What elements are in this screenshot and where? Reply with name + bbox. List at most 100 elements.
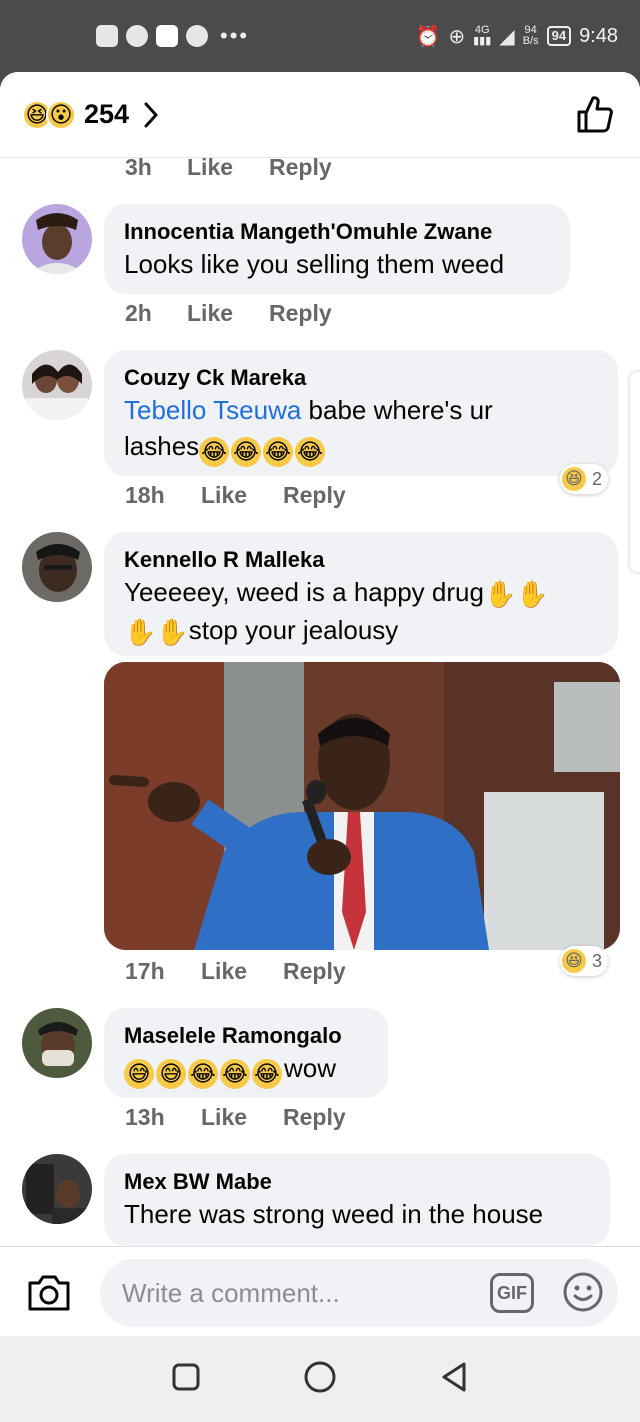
comment-text-part: Yeeeeey, weed is a happy drug [124,577,484,607]
tears-of-joy-emoji-icon: 😂 [231,437,262,467]
reactions-summary[interactable]: 😆 😮 254 [22,99,159,130]
comment-input[interactable] [100,1259,618,1327]
avatar[interactable] [22,350,92,420]
emoji-picker-icon[interactable] [562,1271,604,1318]
commenter-name[interactable]: Innocentia Mangeth'Omuhle Zwane [124,218,550,246]
system-icons: ⏰ ⊕ 4G ▮▮▮ ◢ 94 B/s 94 9:48 [415,24,618,49]
comments-sheet: 😆 😮 254 3h Like Reply Innocentia Mangeth… [0,72,640,1336]
reaction-count: 254 [84,99,130,129]
gif-button[interactable]: GIF [490,1273,534,1313]
battery-icon: 94 [546,26,572,46]
comments-list: 3h Like Reply Innocentia Mangeth'Omuhle … [0,158,640,1246]
reply-button[interactable]: Reply [269,300,332,327]
commenter-name[interactable]: Maselele Ramongalo [124,1022,368,1050]
laughing-emoji-icon: 😆 [562,467,586,491]
surprised-emoji-icon: 😮 [46,99,76,130]
recents-icon[interactable] [171,1362,201,1397]
comment-text: Looks like you selling them weed [124,249,505,279]
comment-text-line: lashes😂 😂 😂 😂 [124,428,598,467]
tears-of-joy-emoji-icon: 😂 [295,437,326,467]
reply-button[interactable]: Reply [269,158,332,181]
camera-icon[interactable] [26,1273,72,1318]
system-navigation-bar [0,1336,640,1422]
reaction-count: 2 [592,468,603,489]
like-button[interactable]: Like [201,1104,283,1131]
data-saver-icon: ⊕ [448,25,466,48]
comment-time: 2h [125,300,152,326]
commenter-name[interactable]: Couzy Ck Mareka [124,364,598,392]
home-icon[interactable] [303,1360,337,1399]
scroll-edge-handle[interactable] [630,372,640,572]
comment-text: Yeeeeey, weed is a happy drug✋✋ [124,574,598,612]
comment-bubble[interactable]: Maselele Ramongalo 😅 😅 😂 😂 😂 wow [104,1008,388,1098]
avatar[interactable] [22,1008,92,1078]
reply-button[interactable]: Reply [283,958,346,985]
comment-reaction-pill[interactable]: 😆 2 [560,464,609,494]
comment-actions: 17h Like Reply [125,958,346,985]
comment-text-part: wow [284,1053,337,1083]
comment-text-part: stop your jealousy [188,615,399,645]
comment-actions: 18h Like Reply [125,482,346,509]
comment-actions: 3h Like Reply [125,158,332,181]
comment-bubble[interactable]: Couzy Ck Mareka Tebello Tseuwa babe wher… [104,350,618,476]
reply-button[interactable]: Reply [283,482,346,509]
reply-button[interactable]: Reply [283,1104,346,1131]
tears-of-joy-emoji-icon: 😂 [263,437,294,467]
tears-of-joy-emoji-icon: 😂 [252,1059,282,1089]
raised-hand-emoji-icon: ✋ [156,617,189,647]
like-button[interactable]: Like [187,158,269,181]
commenter-name[interactable]: Mex BW Mabe [124,1168,590,1196]
comment-reaction-pill[interactable]: 😆 3 [560,946,609,976]
comment-text-line: ✋✋stop your jealousy [124,612,598,650]
comment-text-part: lashes [124,431,200,461]
commenter-name[interactable]: Kennello R Malleka [124,546,598,574]
comment-time: 17h [125,958,165,984]
comment-time: 13h [125,1104,165,1130]
signal-icon: 4G ▮▮▮ [473,24,492,47]
sweat-smile-emoji-icon: 😅 [124,1059,154,1089]
app-notification-icon [156,25,178,47]
laughing-emoji-icon: 😆 [562,949,586,973]
comment-text-part: babe where's ur [301,395,493,425]
status-bar: ••• ⏰ ⊕ 4G ▮▮▮ ◢ 94 B/s 94 9:48 [0,0,640,72]
comment-time: 18h [125,482,165,508]
avatar[interactable] [22,1154,92,1224]
notification-icons: ••• [96,23,249,49]
comment-bubble[interactable]: Kennello R Malleka Yeeeeey, weed is a ha… [104,532,618,656]
avatar[interactable] [22,204,92,274]
network-speed: 94 B/s [522,24,539,47]
tears-of-joy-emoji-icon: 😂 [220,1059,250,1089]
comment-time: 3h [125,158,152,180]
sweat-smile-emoji-icon: 😅 [156,1059,186,1089]
reactions-header: 😆 😮 254 [0,72,640,158]
more-notifications-icon: ••• [220,23,250,48]
tears-of-joy-emoji-icon: 😂 [199,437,230,467]
chrome-icon [186,25,208,47]
like-thumb-icon[interactable] [576,94,614,139]
mention-link[interactable]: Tebello Tseuwa [124,395,301,425]
comment-text: 😅 😅 😂 😂 😂 wow [124,1050,368,1089]
raised-hand-emoji-icon: ✋ [483,579,517,609]
comment-text: Tebello Tseuwa babe where's ur [124,392,598,428]
avatar[interactable] [22,532,92,602]
comment-bubble[interactable]: Innocentia Mangeth'Omuhle Zwane Looks li… [104,204,570,294]
reaction-count: 3 [592,950,603,971]
like-button[interactable]: Like [187,300,269,327]
comment-actions: 13h Like Reply [125,1104,346,1131]
signal-empty-icon: ◢ [499,25,515,48]
clock: 9:48 [579,24,618,47]
like-button[interactable]: Like [201,482,283,509]
comment-actions: 2h Like Reply [125,300,332,327]
comment-composer: GIF [0,1246,640,1336]
messenger-icon [126,25,148,47]
comment-bubble[interactable]: Mex BW Mabe There was strong weed in the… [104,1154,610,1246]
like-button[interactable]: Like [201,958,283,985]
app-notification-icon [96,25,118,47]
chevron-right-icon[interactable] [143,101,159,129]
back-icon[interactable] [439,1361,469,1398]
comment-photo[interactable] [104,662,620,950]
raised-hand-emoji-icon: ✋ [124,617,157,647]
tears-of-joy-emoji-icon: 😂 [188,1059,218,1089]
alarm-icon: ⏰ [415,25,441,48]
raised-hand-emoji-icon: ✋ [516,579,549,609]
